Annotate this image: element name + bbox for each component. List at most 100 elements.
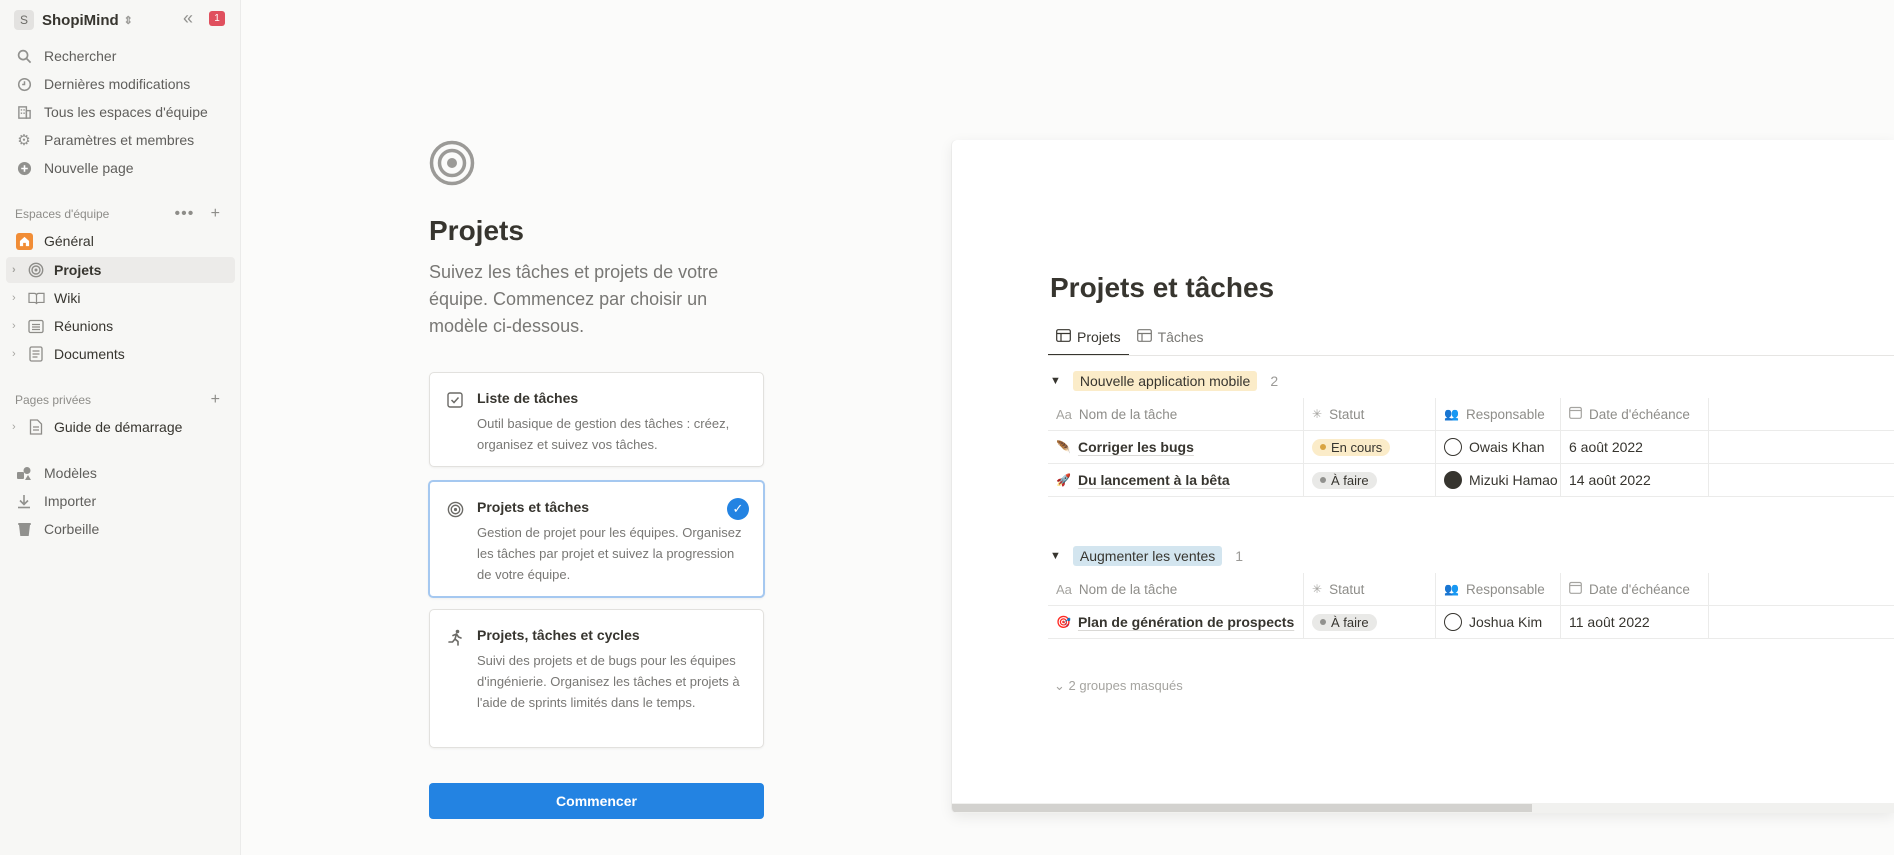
document-icon bbox=[26, 344, 46, 364]
column-label: Nom de la tâche bbox=[1078, 581, 1178, 597]
column-header-assignee[interactable]: 👥 Responsable bbox=[1436, 573, 1561, 605]
column-header-status[interactable]: ✳ Statut bbox=[1304, 398, 1436, 430]
sidebar-item-documents[interactable]: › Documents bbox=[6, 341, 235, 367]
collapse-sidebar-icon[interactable]: « bbox=[183, 8, 193, 29]
status-cell[interactable]: À faire bbox=[1304, 464, 1436, 496]
column-header-due-date[interactable]: Date d'échéance bbox=[1561, 398, 1709, 430]
teamspaces-actions[interactable]: ••• + bbox=[175, 205, 222, 223]
add-icon[interactable]: + bbox=[211, 205, 221, 222]
sidebar-item-search[interactable]: Rechercher bbox=[6, 43, 235, 69]
group-count: 1 bbox=[1235, 548, 1244, 564]
due-date-cell[interactable]: 6 août 2022 bbox=[1561, 431, 1709, 463]
horizontal-scrollbar[interactable] bbox=[952, 803, 1894, 813]
sidebar-item-import[interactable]: Importer bbox=[6, 488, 235, 514]
chevron-right-icon[interactable]: › bbox=[12, 348, 24, 360]
status-property-icon: ✳ bbox=[1312, 582, 1323, 596]
workspace-switcher[interactable]: S ShopiMind ⇕ bbox=[14, 9, 133, 31]
assignee-name: Joshua Kim bbox=[1469, 614, 1543, 630]
chevron-right-icon[interactable]: › bbox=[12, 292, 24, 304]
triangle-down-icon[interactable]: ▼ bbox=[1050, 375, 1061, 387]
sidebar-item-label: Corbeille bbox=[44, 521, 100, 537]
table-row[interactable]: 🪶 Corriger les bugs En cours Owais Khan 6… bbox=[1048, 431, 1894, 464]
status-dot bbox=[1320, 444, 1326, 450]
group-header[interactable]: ▼ Augmenter les ventes 1 bbox=[1050, 544, 1243, 568]
sidebar-item-projets[interactable]: › Projets bbox=[6, 257, 235, 283]
status-cell[interactable]: À faire bbox=[1304, 606, 1436, 638]
task-name-cell[interactable]: 🎯 Plan de génération de prospects bbox=[1048, 606, 1304, 638]
table-row[interactable]: 🚀 Du lancement à la bêta À faire Mizuki H… bbox=[1048, 464, 1894, 497]
assignee-cell[interactable]: Joshua Kim bbox=[1436, 606, 1561, 638]
template-preview: Projets et tâches Projets Tâches ▼ Nouve… bbox=[952, 140, 1894, 813]
column-header-assignee[interactable]: 👥 Responsable bbox=[1436, 398, 1561, 430]
teamspaces-heading-label: Espaces d'équipe bbox=[15, 207, 110, 221]
tab-label: Projets bbox=[1077, 329, 1121, 345]
task-name-cell[interactable]: 🚀 Du lancement à la bêta bbox=[1048, 464, 1304, 496]
column-header-name[interactable]: Aa Nom de la tâche bbox=[1048, 398, 1304, 430]
status-dot bbox=[1320, 477, 1326, 483]
assignee-cell[interactable]: Mizuki Hamao bbox=[1436, 464, 1561, 496]
sidebar-item-recent[interactable]: Dernières modifications bbox=[6, 71, 235, 97]
template-card-description: Suivi des projets et de bugs pour les éq… bbox=[477, 653, 740, 710]
sidebar-item-general[interactable]: Général bbox=[6, 228, 235, 254]
task-name-cell[interactable]: 🪶 Corriger les bugs bbox=[1048, 431, 1304, 463]
chevron-right-icon[interactable]: › bbox=[12, 264, 24, 276]
due-date: 6 août 2022 bbox=[1569, 439, 1643, 455]
template-card-task-list[interactable]: Liste de tâches Outil basique de gestion… bbox=[429, 372, 764, 467]
page-description: Suivez les tâches et projets de votre éq… bbox=[429, 262, 719, 336]
sidebar-item-teamspaces[interactable]: Tous les espaces d'équipe bbox=[6, 99, 235, 125]
sidebar-item-wiki[interactable]: › Wiki bbox=[6, 285, 235, 311]
sidebar-item-label: Projets bbox=[54, 262, 102, 278]
chevron-right-icon[interactable]: › bbox=[12, 320, 24, 332]
due-date: 11 août 2022 bbox=[1569, 614, 1650, 630]
add-icon[interactable]: + bbox=[211, 391, 221, 409]
private-heading: Pages privées + bbox=[15, 390, 235, 410]
task-name: Corriger les bugs bbox=[1077, 439, 1194, 455]
gear-icon: ⚙ bbox=[17, 132, 31, 149]
template-card-projects-tasks[interactable]: Projets et tâches Gestion de projet pour… bbox=[428, 480, 765, 598]
clock-icon bbox=[14, 74, 34, 94]
table-row[interactable]: 🎯 Plan de génération de prospects À faire… bbox=[1048, 606, 1894, 639]
tab-divider bbox=[1048, 355, 1894, 356]
chevron-right-icon[interactable]: › bbox=[12, 421, 24, 433]
notification-badge[interactable]: 1 bbox=[209, 11, 225, 26]
shapes-icon bbox=[14, 463, 34, 483]
triangle-down-icon[interactable]: ▼ bbox=[1050, 550, 1061, 562]
table-header-row: Aa Nom de la tâche ✳ Statut 👥 Responsable D… bbox=[1048, 573, 1894, 606]
table-header-row: Aa Nom de la tâche ✳ Statut 👥 Responsable D… bbox=[1048, 398, 1894, 431]
due-date-cell[interactable]: 11 août 2022 bbox=[1561, 606, 1709, 638]
start-button[interactable]: Commencer bbox=[429, 783, 764, 819]
sidebar-item-new-page[interactable]: Nouvelle page bbox=[6, 155, 235, 181]
status-dot bbox=[1320, 619, 1326, 625]
group-tag: Nouvelle application mobile bbox=[1072, 371, 1258, 391]
sidebar-item-reunions[interactable]: › Réunions bbox=[6, 313, 235, 339]
tab-projets[interactable]: Projets bbox=[1048, 320, 1129, 356]
template-card-projects-tasks-cycles[interactable]: Projets, tâches et cycles Suivi des proj… bbox=[429, 609, 764, 748]
more-icon[interactable]: ••• bbox=[175, 205, 195, 222]
scrollbar-thumb[interactable] bbox=[952, 804, 1532, 812]
tab-taches[interactable]: Tâches bbox=[1129, 320, 1212, 354]
column-header-name[interactable]: Aa Nom de la tâche bbox=[1048, 573, 1304, 605]
empty-cell bbox=[1709, 431, 1894, 463]
sidebar-item-trash[interactable]: Corbeille bbox=[6, 516, 235, 542]
group-header[interactable]: ▼ Nouvelle application mobile 2 bbox=[1050, 369, 1278, 393]
target-icon bbox=[429, 140, 475, 191]
due-date-cell[interactable]: 14 août 2022 bbox=[1561, 464, 1709, 496]
column-header-due-date[interactable]: Date d'échéance bbox=[1561, 573, 1709, 605]
sidebar-item-label: Nouvelle page bbox=[44, 160, 134, 176]
column-label: Responsable bbox=[1465, 406, 1545, 422]
sidebar-item-guide[interactable]: › Guide de démarrage bbox=[6, 414, 235, 440]
calendar-icon bbox=[1569, 406, 1582, 422]
template-card-title: Liste de tâches bbox=[477, 390, 579, 406]
trash-icon bbox=[14, 519, 34, 539]
hidden-groups-label: 2 groupes masqués bbox=[1068, 678, 1183, 693]
assignee-cell[interactable]: Owais Khan bbox=[1436, 431, 1561, 463]
preview-title: Projets et tâches bbox=[1050, 272, 1275, 303]
target-icon bbox=[446, 500, 464, 518]
hidden-groups-toggle[interactable]: ⌄ 2 groupes masqués bbox=[1054, 678, 1183, 694]
column-header-status[interactable]: ✳ Statut bbox=[1304, 573, 1436, 605]
sidebar-item-templates[interactable]: Modèles bbox=[6, 460, 235, 486]
avatar bbox=[1444, 471, 1462, 489]
status-cell[interactable]: En cours bbox=[1304, 431, 1436, 463]
status-property-icon: ✳ bbox=[1312, 407, 1323, 421]
sidebar-item-settings[interactable]: ⚙ Paramètres et membres bbox=[6, 127, 235, 153]
